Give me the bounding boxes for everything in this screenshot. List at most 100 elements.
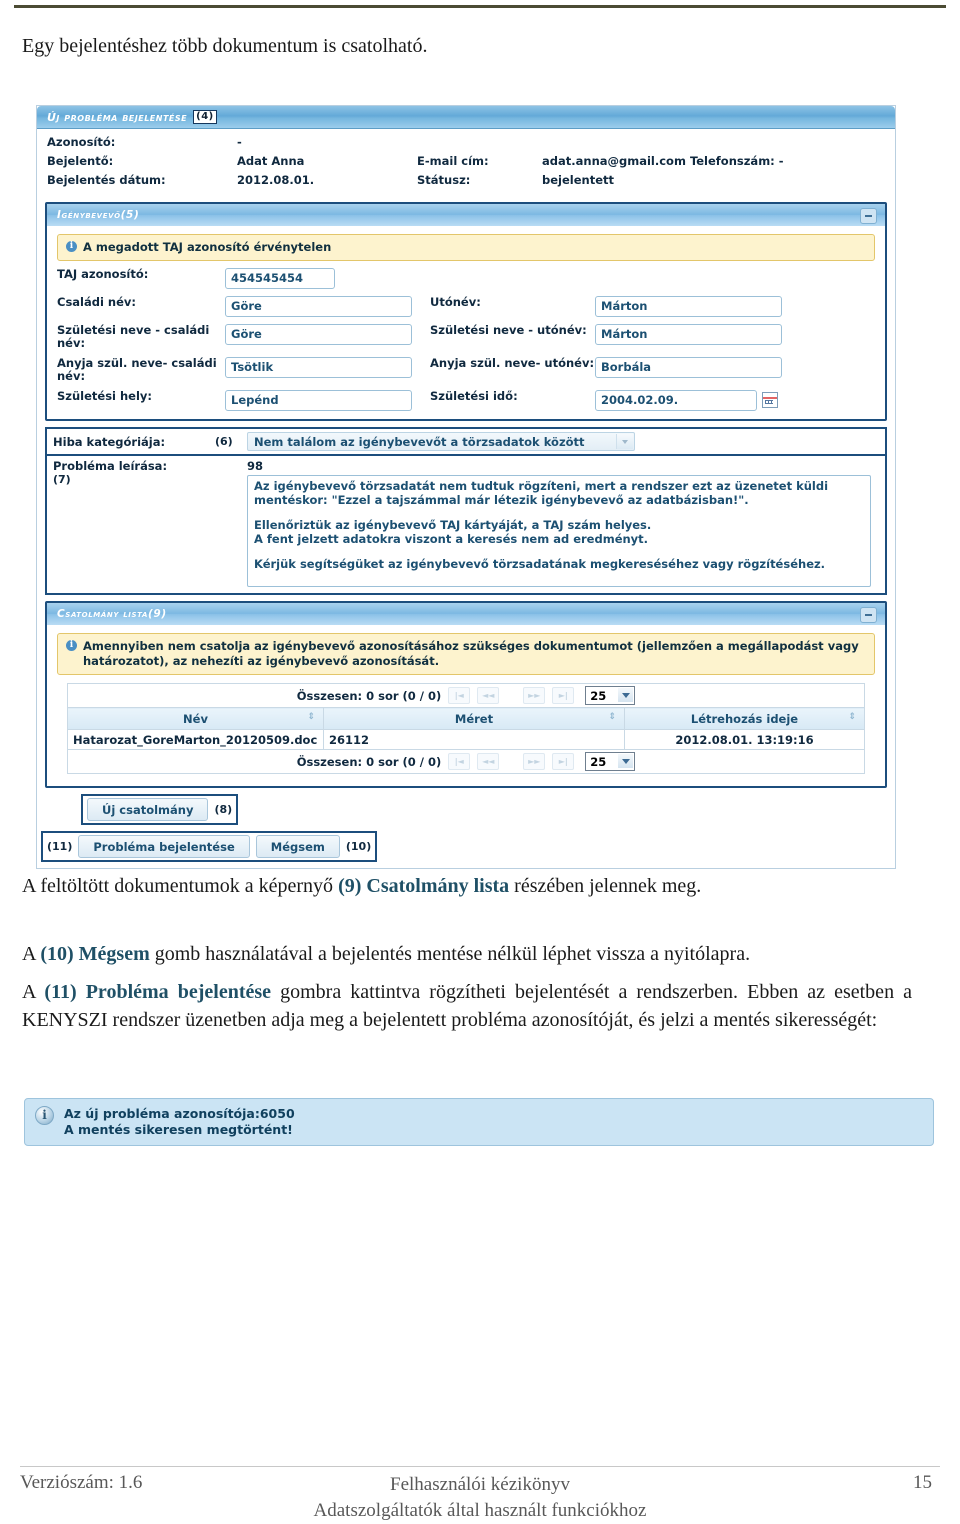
- chevron-down-icon[interactable]: [618, 688, 634, 702]
- email-value: adat.anna@gmail.com Telefonszám: -: [542, 154, 784, 168]
- attachment-pager-bottom: Összesen: 0 sor (0 / 0) |◄ ◄◄ ►► ►| 25: [67, 750, 865, 774]
- last-page-icon[interactable]: ►|: [552, 687, 575, 704]
- paragraph-attachments-rest: részében jelennek meg.: [509, 875, 702, 897]
- bejelento-label: Bejelentő:: [47, 154, 114, 168]
- igenybevevo-panel: Igénybevevő (5) i A megadott TAJ azonosí…: [45, 202, 887, 421]
- problem-description-textarea[interactable]: Az igénybevevő törzsadatát nem tudtuk rö…: [247, 475, 871, 587]
- page-size-select-bottom[interactable]: 25: [585, 752, 636, 771]
- form-actions-row: (11) Probléma bejelentése Mégsem (10): [37, 829, 895, 868]
- column-header-name[interactable]: Név ⇕: [67, 707, 324, 730]
- szuletesi-csaladi-input[interactable]: Göre: [225, 324, 412, 345]
- description-line-2: mentéskor: "Ezzel a tajszámmal már létez…: [254, 493, 749, 507]
- szuletesi-ido-input[interactable]: 2004.02.09.: [595, 390, 757, 411]
- sort-icon[interactable]: ⇕: [307, 712, 315, 722]
- footer-title-line-2: Adatszolgáltatók által használt funkciók…: [313, 1500, 647, 1521]
- anyja-utonev-input[interactable]: Borbála: [595, 357, 782, 378]
- szuletesi-utonev-input[interactable]: Márton: [595, 324, 782, 345]
- paragraph-attachments-pre: A feltöltött dokumentumok a képernyő: [22, 875, 339, 897]
- anyja-utonev-label: Anyja szül. neve- utónév:: [430, 356, 595, 370]
- collapse-icon[interactable]: [860, 208, 877, 224]
- csaladi-nev-input[interactable]: Göre: [225, 296, 412, 317]
- column-header-created[interactable]: Létrehozás ideje ⇕: [624, 707, 865, 730]
- utonev-input[interactable]: Márton: [595, 296, 782, 317]
- column-header-size[interactable]: Méret ⇕: [323, 707, 625, 730]
- field-row-birth-name: Születési neve - családi név: Göre Szüle…: [57, 324, 875, 350]
- footer-page-number: 15: [913, 1472, 932, 1493]
- paragraph-cancel-rest: gomb használatával a bejelentés mentése …: [149, 943, 751, 965]
- footer-version: Verziószám: 1.6: [20, 1472, 143, 1493]
- azonosito-value: -: [237, 135, 242, 149]
- problem-description-label: Probléma leírása:: [53, 459, 168, 473]
- attachment-table-wrap: Összesen: 0 sor (0 / 0) |◄ ◄◄ ►► ►| 25 N…: [57, 675, 875, 784]
- datum-value: 2012.08.01.: [237, 173, 315, 187]
- description-line-5: Kérjük segítségüket az igénybevevő törzs…: [254, 557, 826, 571]
- szuletesi-ido-label: Születési idő:: [430, 389, 518, 403]
- character-counter: 98: [247, 459, 264, 473]
- error-category-label: Hiba kategóriája:: [53, 434, 166, 449]
- page-size-select-top[interactable]: 25: [585, 686, 636, 705]
- prev-page-icon[interactable]: ◄◄: [477, 753, 500, 770]
- attachment-warning-banner: i Amennyiben nem csatolja az igénybevevő…: [57, 633, 875, 675]
- statusz-label: Státusz:: [417, 173, 471, 187]
- info-icon: i: [66, 241, 77, 252]
- sort-icon[interactable]: ⇕: [608, 712, 616, 722]
- collapse-icon[interactable]: [860, 607, 877, 623]
- column-header-name-label: Név: [183, 711, 208, 726]
- success-message-text: Az új probléma azonosítója:6050 A mentés…: [64, 1106, 295, 1138]
- table-row[interactable]: Hatarozat_GoreMarton_20120509.doc 26112 …: [67, 729, 865, 750]
- chevron-down-icon[interactable]: [618, 754, 634, 768]
- application-screenshot: Új probléma bejelentése (4) Azonosító: -…: [36, 105, 904, 869]
- prev-page-icon[interactable]: ◄◄: [477, 687, 500, 704]
- success-message-line-1: Az új probléma azonosítója:6050: [64, 1106, 295, 1121]
- description-line-3: Ellenőriztük az igénybevevő TAJ kártyájá…: [254, 518, 652, 532]
- cancel-button[interactable]: Mégsem: [255, 835, 340, 858]
- new-attachment-button[interactable]: Új csatolmány: [87, 798, 209, 821]
- page-size-value-top: 25: [590, 688, 607, 703]
- page-size-value-bottom: 25: [590, 754, 607, 769]
- column-header-created-label: Létrehozás ideje: [690, 711, 799, 726]
- sort-icon[interactable]: ⇕: [848, 712, 856, 722]
- paragraph-submit-highlight: (11) Probléma bejelentése: [44, 981, 272, 1003]
- attachment-warning-line-1: Amennyiben nem csatolja az igénybevevő a…: [83, 639, 824, 653]
- error-category-tag: (6): [215, 435, 233, 448]
- page-top-rule: [14, 5, 946, 8]
- igenybevevo-header: Igénybevevő (5): [47, 204, 885, 226]
- error-category-select[interactable]: Nem találom az igénybevevőt a törzsadato…: [247, 432, 635, 451]
- datum-label: Bejelentés dátum:: [47, 173, 166, 187]
- igenybevevo-title: Igénybevevő: [57, 209, 121, 221]
- attachment-table: Név ⇕ Méret ⇕ Létrehozás ideje ⇕ Hataroz…: [67, 707, 865, 750]
- paragraph-cancel: A (10) Mégsem gomb használatával a bejel…: [22, 940, 912, 968]
- calendar-icon[interactable]: [762, 392, 778, 408]
- pager-summary-bottom: Összesen: 0 sor (0 / 0): [296, 754, 442, 769]
- paragraph-cancel-pre: A: [22, 943, 41, 965]
- footer-divider: [20, 1466, 940, 1467]
- next-page-icon[interactable]: ►►: [523, 687, 546, 704]
- last-page-icon[interactable]: ►|: [552, 753, 575, 770]
- chevron-down-icon[interactable]: [616, 434, 633, 449]
- utonev-label: Utónév:: [430, 295, 481, 309]
- next-page-icon[interactable]: ►►: [523, 753, 546, 770]
- first-page-icon[interactable]: |◄: [448, 687, 471, 704]
- szuletesi-hely-label: Születési hely:: [57, 389, 153, 403]
- email-label: E-mail cím:: [417, 154, 489, 168]
- szuletesi-utonev-label: Születési neve - utónév:: [430, 323, 587, 337]
- problem-description-row: Probléma leírása: (7) 98 Az igénybevevő …: [47, 456, 885, 593]
- igenybevevo-body: i A megadott TAJ azonosító érvénytelen T…: [47, 226, 885, 419]
- success-message-box: i Az új probléma azonosítója:6050 A ment…: [24, 1098, 934, 1146]
- paragraph-submit: A (11) Probléma bejelentése gombra katti…: [22, 978, 912, 1034]
- new-problem-panel: Új probléma bejelentése (4) Azonosító: -…: [36, 105, 896, 869]
- anyja-csaladi-input[interactable]: Tsötlik: [225, 357, 412, 378]
- szuletesi-hely-input[interactable]: Lepénd: [225, 390, 412, 411]
- first-page-icon[interactable]: |◄: [448, 753, 471, 770]
- error-category-selected-value: Nem találom az igénybevevőt a törzsadato…: [254, 434, 585, 449]
- submit-tag: (11): [47, 840, 73, 853]
- attachment-list-body: i Amennyiben nem csatolja az igénybevevő…: [47, 625, 885, 786]
- column-header-size-label: Méret: [454, 711, 494, 726]
- submit-problem-button[interactable]: Probléma bejelentése: [78, 835, 250, 858]
- taj-input[interactable]: 454545454: [225, 268, 335, 289]
- panel-title-bar: Új probléma bejelentése (4): [37, 106, 895, 129]
- attachment-list-title: Csatolmány lista: [57, 608, 149, 620]
- description-gap-1: [254, 507, 864, 518]
- attachment-list-tag: (9): [148, 608, 167, 620]
- cell-name: Hatarozat_GoreMarton_20120509.doc: [67, 729, 324, 750]
